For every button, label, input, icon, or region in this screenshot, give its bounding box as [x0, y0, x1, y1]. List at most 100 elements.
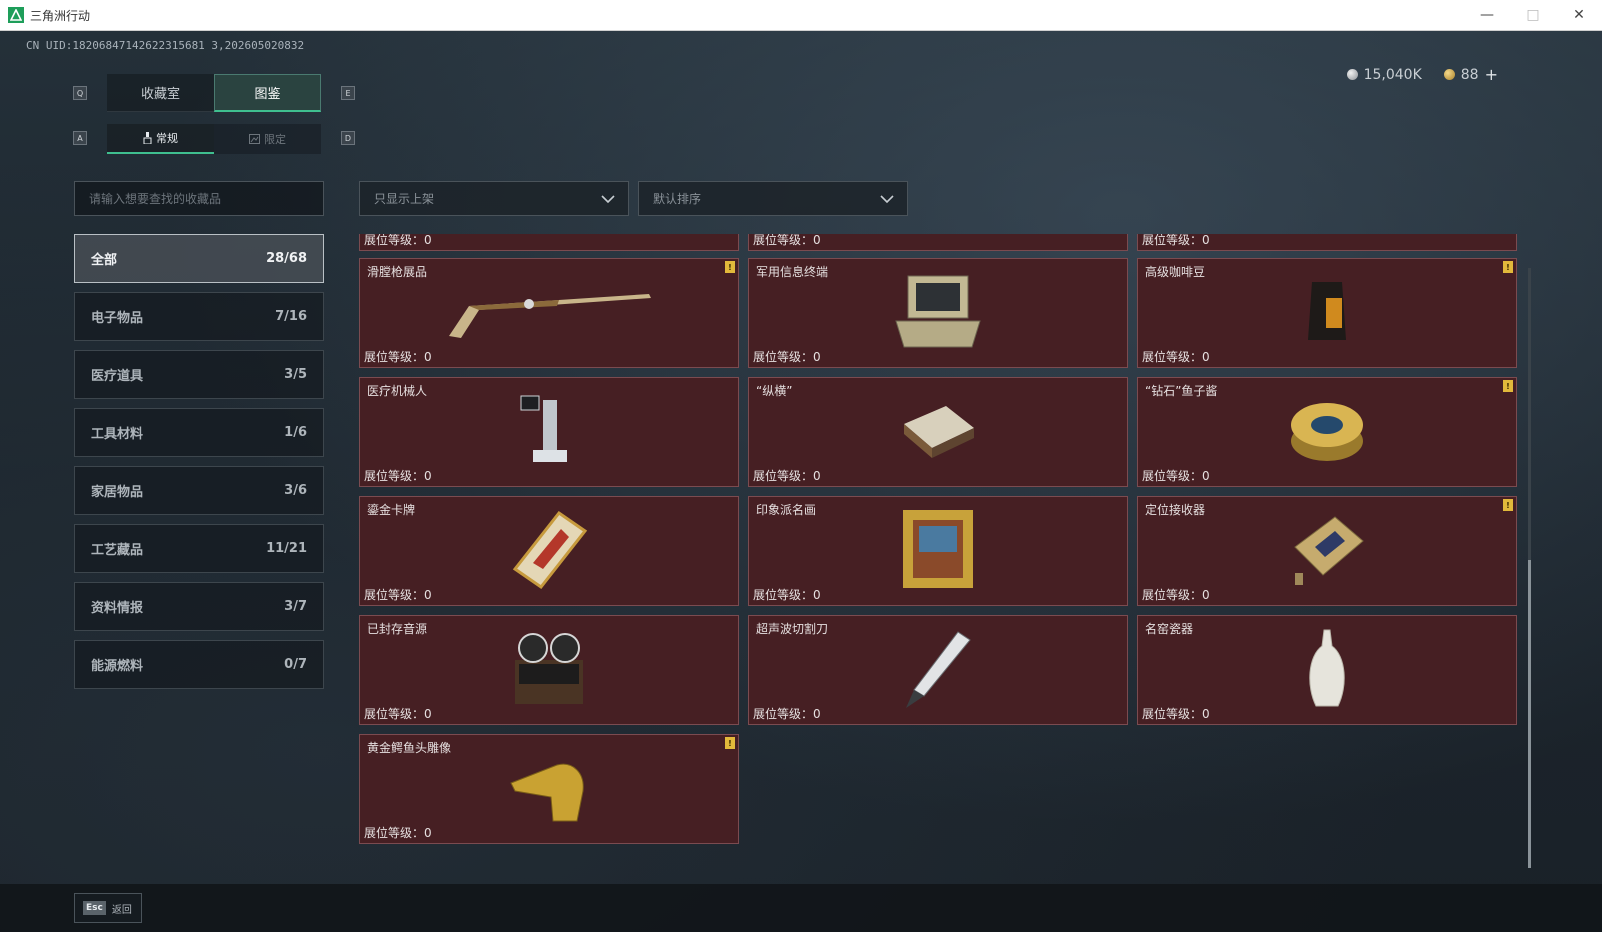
category-count: 28/68 [266, 251, 307, 266]
item-name: 黄金鳄鱼头雕像 [367, 741, 452, 755]
collection-card-porcelain[interactable]: 名窑瓷器 展位等级：0 [1137, 615, 1517, 725]
app-logo-icon [8, 7, 24, 23]
gilded-card-icon [512, 510, 588, 590]
category-energy[interactable]: 能源燃料 0/7 [74, 640, 324, 689]
sub-tabs: 常规 限定 [107, 124, 322, 154]
collection-card[interactable]: 展位等级：0 [1137, 234, 1517, 251]
gold-currency: 88 + [1443, 65, 1498, 84]
coffee-bag-icon [1308, 282, 1346, 340]
subtab-regular-label: 常规 [156, 132, 178, 145]
shelf-filter-select[interactable]: 只显示上架 [359, 181, 629, 216]
subtab-limited-label: 限定 [264, 133, 286, 146]
category-label: 电子物品 [91, 311, 144, 326]
back-button[interactable]: Esc 返回 [74, 893, 142, 923]
new-badge-icon: ! [1503, 380, 1513, 392]
booth-level: 展位等级：0 [364, 826, 432, 840]
painting-icon [903, 510, 973, 588]
collection-card-musket[interactable]: 滑膛枪展品 ! 展位等级：0 [359, 258, 739, 368]
category-medical[interactable]: 医疗道具 3/5 [74, 350, 324, 399]
new-badge-icon: ! [725, 261, 735, 273]
new-badge-icon: ! [1503, 261, 1513, 273]
silver-coin-icon [1346, 69, 1358, 80]
add-currency-button[interactable]: + [1485, 65, 1498, 84]
chessboard-icon [904, 406, 974, 458]
grid-scrollbar[interactable] [1528, 268, 1531, 868]
booth-level: 展位等级：0 [1142, 469, 1210, 483]
medical-robot-icon [520, 395, 567, 462]
collection-card-locator-receiver[interactable]: 定位接收器 ! 展位等级：0 [1137, 496, 1517, 606]
silver-amount: 15,040K [1363, 66, 1422, 83]
item-name: 已封存音源 [367, 622, 428, 636]
booth-level: 展位等级：0 [364, 707, 432, 721]
item-name: 军用信息终端 [756, 265, 829, 279]
item-name: 印象派名画 [756, 503, 817, 517]
new-badge-icon: ! [725, 737, 735, 749]
esc-key-hint: Esc [83, 901, 106, 915]
back-label: 返回 [111, 904, 132, 916]
collection-card-impressionist-painting[interactable]: 印象派名画 展位等级：0 [748, 496, 1128, 606]
collection-card-chess[interactable]: “纵横” 展位等级：0 [748, 377, 1128, 487]
collection-card[interactable]: 展位等级：0 [748, 234, 1128, 251]
ultrasonic-cutter-icon [906, 631, 971, 708]
collection-card-gold-crocodile[interactable]: 黄金鳄鱼头雕像 ! 展位等级：0 [359, 734, 739, 844]
item-name: 高级咖啡豆 [1145, 265, 1206, 279]
collection-card-military-terminal[interactable]: 军用信息终端 展位等级：0 [748, 258, 1128, 368]
window-titlebar: 三角洲行动 — □ ✕ [0, 0, 1602, 31]
collection-card-caviar[interactable]: “钻石”鱼子酱 ! 展位等级：0 [1137, 377, 1517, 487]
category-label: 资料情报 [91, 601, 144, 616]
category-label: 家居物品 [91, 485, 144, 500]
booth-level: 展位等级：0 [364, 350, 432, 364]
subtab-regular[interactable]: 常规 [107, 124, 214, 154]
silver-currency: 15,040K [1346, 66, 1422, 83]
receiver-icon [1294, 516, 1364, 585]
reel-recorder-icon [515, 633, 583, 704]
collection-card-medical-robot[interactable]: 医疗机械人 展位等级：0 [359, 377, 739, 487]
limited-icon [249, 134, 260, 144]
chevron-down-icon [880, 195, 894, 204]
maximize-button[interactable]: □ [1510, 0, 1556, 31]
category-count: 0/7 [284, 657, 307, 672]
category-count: 3/5 [284, 367, 307, 382]
category-intel[interactable]: 资料情报 3/7 [74, 582, 324, 631]
hotkey-q: Q [73, 86, 87, 100]
chevron-down-icon [601, 195, 615, 204]
game-viewport: CN UID:18206847142622315681 3,2026050208… [0, 31, 1602, 932]
category-label: 医疗道具 [91, 369, 144, 384]
category-label: 工艺藏品 [91, 543, 144, 558]
category-all[interactable]: 全部 28/68 [74, 234, 324, 283]
minimize-button[interactable]: — [1464, 0, 1510, 31]
tab-collection-room[interactable]: 收藏室 [107, 74, 214, 112]
collection-card[interactable]: 展位等级：0 [359, 234, 739, 251]
category-count: 11/21 [266, 541, 307, 556]
category-electronics[interactable]: 电子物品 7/16 [74, 292, 324, 341]
item-name: “钻石”鱼子酱 [1145, 384, 1218, 398]
window-title: 三角洲行动 [30, 8, 91, 23]
search-input[interactable]: 请输入想要查找的收藏品 [74, 181, 324, 216]
collection-card-sealed-audio[interactable]: 已封存音源 展位等级：0 [359, 615, 739, 725]
category-count: 7/16 [275, 309, 307, 324]
hotkey-d: D [341, 131, 355, 145]
booth-level: 展位等级：0 [753, 588, 821, 602]
booth-level: 展位等级：0 [753, 707, 821, 721]
currency-display: 15,040K 88 + [1346, 65, 1498, 84]
collection-card-ultrasonic-cutter[interactable]: 超声波切割刀 展位等级：0 [748, 615, 1128, 725]
bottom-bar [0, 884, 1602, 932]
category-count: 3/7 [284, 599, 307, 614]
category-tools[interactable]: 工具材料 1/6 [74, 408, 324, 457]
caviar-tin-icon [1291, 403, 1363, 461]
category-crafts[interactable]: 工艺藏品 11/21 [74, 524, 324, 573]
tab-catalog[interactable]: 图鉴 [214, 74, 321, 112]
category-household[interactable]: 家居物品 3/6 [74, 466, 324, 515]
booth-level: 展位等级：0 [1142, 234, 1210, 247]
scrollbar-thumb[interactable] [1528, 560, 1531, 868]
sort-select[interactable]: 默认排序 [638, 181, 908, 216]
crocodile-statue-icon [510, 763, 584, 822]
gold-amount: 88 [1460, 66, 1479, 83]
collection-card-gilded-card[interactable]: 鎏金卡牌 展位等级：0 [359, 496, 739, 606]
collection-card-coffee-beans[interactable]: 高级咖啡豆 ! 展位等级：0 [1137, 258, 1517, 368]
subtab-limited[interactable]: 限定 [214, 124, 321, 154]
close-button[interactable]: ✕ [1556, 0, 1602, 31]
booth-level: 展位等级：0 [1142, 588, 1210, 602]
booth-level: 展位等级：0 [364, 588, 432, 602]
item-name: 滑膛枪展品 [367, 265, 428, 279]
